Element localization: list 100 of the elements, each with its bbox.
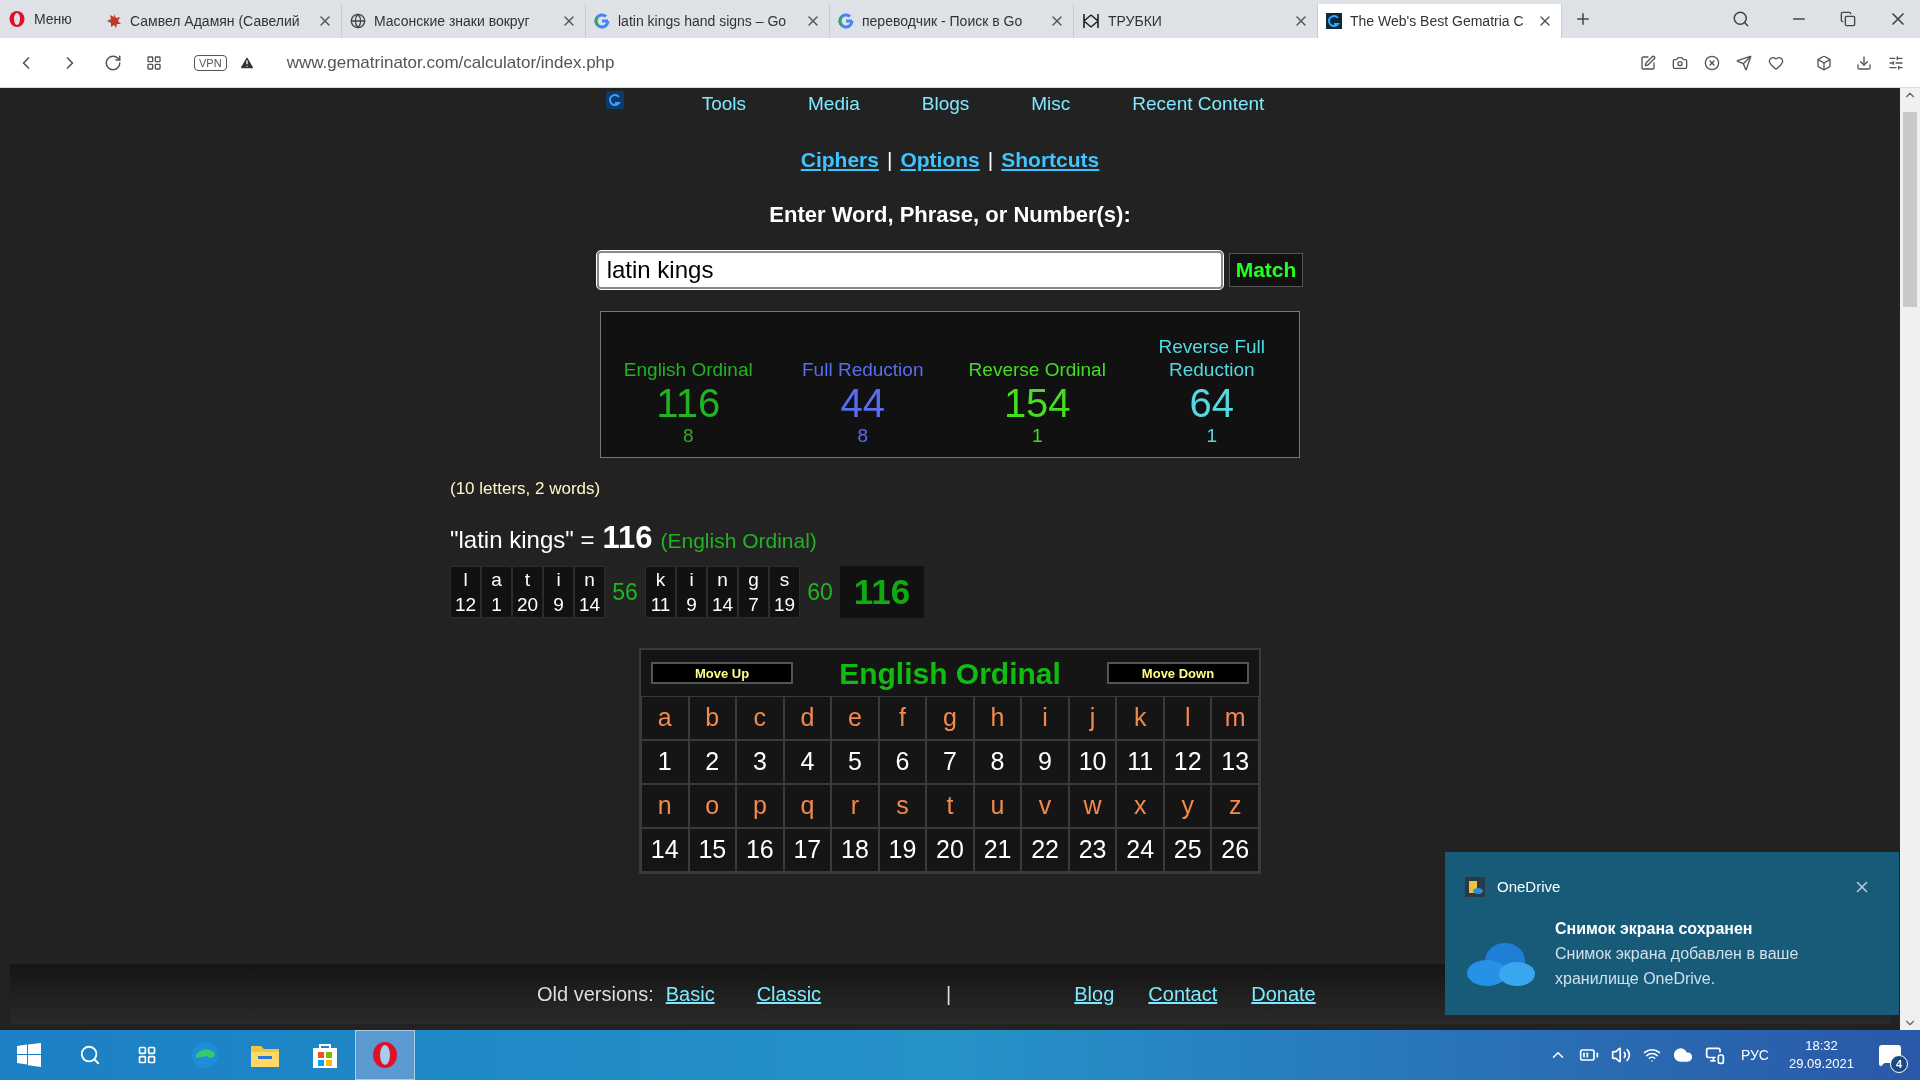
clock[interactable]: 18:32 29.09.2021	[1788, 1037, 1854, 1073]
language-indicator[interactable]: РУС	[1740, 1044, 1769, 1066]
nav-link[interactable]: Tools	[701, 89, 746, 119]
toast-message: Снимок экрана добавлен в ваше хранилище OneDrive.	[1555, 943, 1800, 989]
table-cell: 22	[1021, 828, 1069, 872]
table-cell: r	[831, 784, 879, 828]
cipher-name: Reverse Full Reduction	[1157, 334, 1267, 381]
vpn-badge[interactable]: VPN	[194, 54, 227, 71]
letter-value: 7	[748, 592, 759, 617]
separator: |	[987, 147, 994, 173]
cipher-name: English Ordinal	[622, 357, 754, 381]
letter-text: t	[524, 567, 531, 592]
table-cell: l	[1163, 696, 1212, 740]
move-up-button[interactable]: Move Up	[651, 662, 793, 684]
footer-link[interactable]: Blog	[1074, 979, 1115, 1009]
logo-icon	[1326, 13, 1342, 29]
footer-link[interactable]: Contact	[1148, 979, 1218, 1009]
nav-link[interactable]: Misc	[1031, 89, 1071, 119]
footer-link[interactable]: Basic	[665, 979, 715, 1009]
search-icon[interactable]	[79, 1044, 101, 1066]
table-cell: 24	[1116, 828, 1164, 872]
tab-title: latin kings hand signs – Go	[618, 11, 788, 31]
link[interactable]: Shortcuts	[1001, 144, 1100, 176]
splat-icon	[106, 13, 122, 29]
clock-date: 29.09.2021	[1788, 1055, 1854, 1073]
move-down-button[interactable]: Move Down	[1107, 662, 1249, 684]
address-field[interactable]: www.gematrinator.com/calculator/index.php	[286, 49, 615, 76]
table-cell: 16	[736, 828, 784, 872]
nav-link[interactable]: Media	[808, 89, 860, 119]
toast-app-name: OneDrive	[1497, 877, 1561, 897]
table-cell: 20	[926, 828, 974, 872]
table-cell: 15	[688, 828, 737, 872]
table-cell: k	[1116, 696, 1164, 740]
browser-tab[interactable]: The Web's Best Gematria C	[1318, 4, 1562, 38]
new-tab-icon[interactable]	[1574, 10, 1592, 28]
cipher-value: 116	[656, 380, 721, 425]
letter-count: (10 letters, 2 words)	[450, 477, 602, 500]
grid-icon[interactable]	[146, 54, 162, 71]
footer-link[interactable]: Donate	[1251, 979, 1316, 1009]
cube-icon[interactable]	[1816, 54, 1832, 71]
menu-button[interactable]: Меню	[0, 0, 98, 38]
table-cell: 21	[973, 828, 1022, 872]
table-cell: f	[878, 696, 927, 740]
settings-icon[interactable]	[1888, 54, 1904, 71]
separator: |	[946, 982, 952, 1007]
letter-value: 9	[686, 592, 697, 617]
table-cell: 9	[1021, 740, 1069, 784]
task-view-icon[interactable]	[137, 1045, 157, 1065]
scrollbar-thumb[interactable]	[1903, 112, 1917, 307]
cipher-name: Full Reduction	[801, 357, 925, 381]
windows-icon[interactable]	[17, 1043, 41, 1067]
table-cell: 11	[1116, 740, 1164, 784]
table-cell: a	[641, 696, 689, 740]
bracket-icon	[1082, 12, 1100, 30]
globe-icon	[350, 13, 366, 29]
cipher-label: (English Ordinal)	[660, 528, 817, 554]
camera-icon[interactable]	[1672, 54, 1688, 71]
total-value: 116	[602, 519, 653, 557]
nav-link[interactable]: Blogs	[921, 89, 970, 119]
display-icon[interactable]	[1704, 1045, 1725, 1065]
restore-icon[interactable]	[1840, 11, 1856, 27]
table-cell: n	[641, 784, 689, 828]
ring-icon	[370, 1040, 400, 1070]
logo-icon[interactable]	[605, 91, 624, 109]
download-icon[interactable]	[1856, 54, 1872, 71]
search-field[interactable]: latin kings	[596, 250, 1223, 289]
table-cell: o	[688, 784, 737, 828]
table-cell: 19	[878, 828, 927, 872]
table-cell: g	[926, 696, 974, 740]
cloud-icon[interactable]	[1672, 1045, 1693, 1065]
table-cell: 26	[1211, 828, 1259, 872]
heart-icon[interactable]	[1768, 54, 1784, 71]
table-cell: 25	[1163, 828, 1212, 872]
letter-text: l	[463, 567, 468, 592]
table-cell: 12	[1163, 740, 1212, 784]
reload-icon[interactable]	[104, 53, 122, 72]
taskbar-app[interactable]	[355, 1030, 415, 1080]
letter-text: g	[748, 567, 759, 592]
separator: |	[886, 147, 893, 173]
table-cell: 10	[1068, 740, 1117, 784]
wifi-icon[interactable]	[1642, 1046, 1661, 1064]
link[interactable]: Ciphers	[800, 144, 879, 176]
table-cell: z	[1211, 784, 1259, 828]
table-cell: s	[878, 784, 927, 828]
scrollbar[interactable]	[1900, 88, 1920, 1030]
volume-icon[interactable]	[1610, 1045, 1631, 1065]
edit-icon[interactable]	[1640, 54, 1656, 71]
table-cell: w	[1068, 784, 1117, 828]
link[interactable]: Options	[900, 144, 980, 176]
tab-title: Масонские знаки вокруг	[374, 11, 531, 31]
footer-link[interactable]: Classic	[756, 979, 822, 1009]
block-icon[interactable]	[1704, 54, 1720, 71]
nav-link[interactable]: Recent Content	[1132, 89, 1265, 119]
send-icon[interactable]	[1736, 54, 1752, 71]
match-button[interactable]: Match	[1228, 252, 1304, 287]
table-cell: h	[973, 696, 1022, 740]
table-cell: b	[688, 696, 737, 740]
table-cell: m	[1211, 696, 1259, 740]
search-icon[interactable]	[1732, 10, 1750, 28]
table-cell: j	[1068, 696, 1117, 740]
